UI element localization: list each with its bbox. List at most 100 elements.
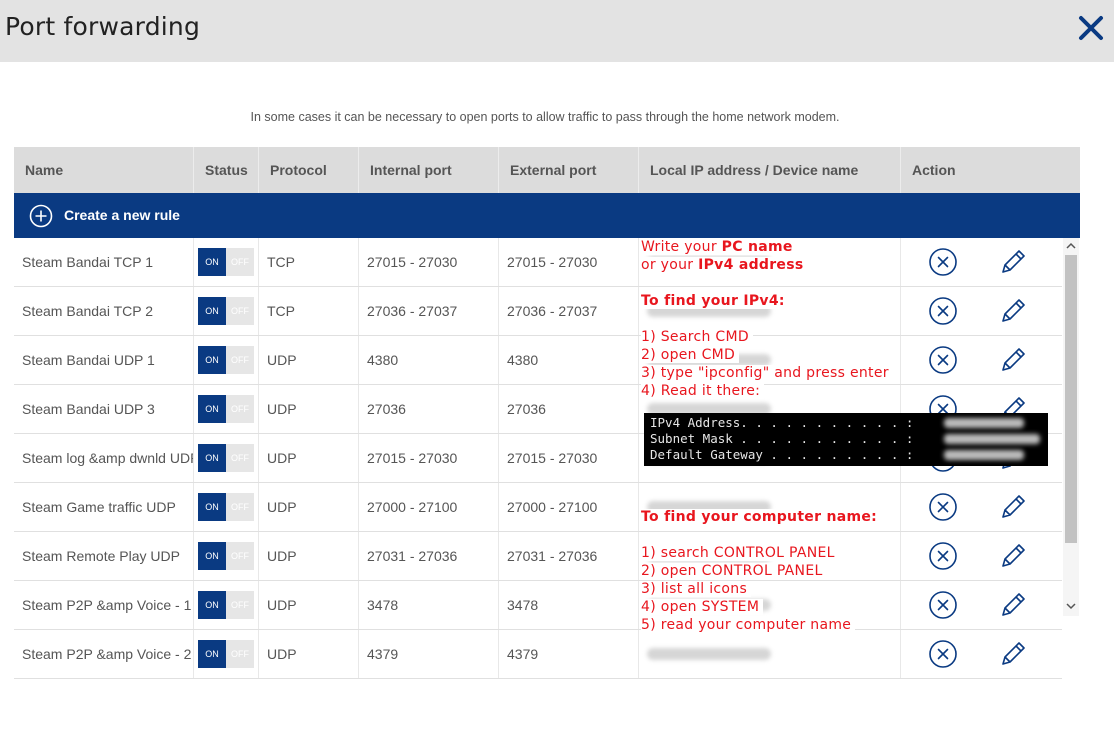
create-rule-label: Create a new rule xyxy=(64,207,180,223)
cmd-redacted-subnet xyxy=(944,434,1040,444)
rule-external-port: 27015 - 27030 xyxy=(499,238,639,286)
toggle-off-label: OFF xyxy=(226,444,254,472)
rule-name: Steam P2P &amp Voice - 2 xyxy=(14,630,194,678)
status-toggle[interactable]: ON OFF xyxy=(198,542,254,570)
annotation-ipv4-step-2-text: 2) open CMD xyxy=(641,347,740,363)
rule-actions xyxy=(901,581,1062,629)
toggle-on-label: ON xyxy=(198,444,226,472)
ipconfig-screenshot: IPv4 Address. . . . . . . . . . . : Subn… xyxy=(644,413,1048,466)
toggle-on-label: ON xyxy=(198,591,226,619)
toggle-off-label: OFF xyxy=(226,395,254,423)
annotation-ipv4-step-3-text: 3) type "ipconfig" and press enter xyxy=(641,365,893,381)
status-cell: ON OFF xyxy=(194,532,259,580)
rule-name: Steam Bandai TCP 2 xyxy=(14,287,194,335)
rule-name: Steam Bandai UDP 3 xyxy=(14,385,194,433)
rule-internal-port: 3478 xyxy=(359,581,499,629)
rule-protocol: UDP xyxy=(259,532,359,580)
rule-name: Steam Remote Play UDP xyxy=(14,532,194,580)
delete-rule-icon[interactable] xyxy=(928,639,958,669)
scroll-down-arrow-icon[interactable] xyxy=(1063,598,1079,614)
rule-actions xyxy=(901,630,1062,678)
toggle-on-label: ON xyxy=(198,493,226,521)
delete-rule-icon[interactable] xyxy=(928,541,958,571)
edit-rule-pencil-icon[interactable] xyxy=(998,296,1028,326)
edit-rule-pencil-icon[interactable] xyxy=(998,541,1028,571)
rule-internal-port: 27015 - 27030 xyxy=(359,434,499,482)
toggle-on-label: ON xyxy=(198,640,226,668)
intro-text: In some cases it can be necessary to ope… xyxy=(250,110,840,124)
scroll-up-arrow-icon[interactable] xyxy=(1063,238,1079,254)
header-external-port: External port xyxy=(499,147,639,193)
cmd-line-ipv4: IPv4 Address. . . . . . . . . . . : xyxy=(650,415,914,430)
cmd-line-subnet: Subnet Mask . . . . . . . . . . . : xyxy=(650,431,914,446)
close-icon[interactable] xyxy=(1077,14,1105,42)
annotation-name-step-1-text: 1) search CONTROL PANEL xyxy=(641,545,839,561)
rule-actions xyxy=(901,483,1062,531)
toggle-off-label: OFF xyxy=(226,542,254,570)
annotation-find-ipv4-text: To find your IPv4: xyxy=(641,293,785,309)
rule-local-ip xyxy=(639,630,901,678)
rule-external-port: 27000 - 27100 xyxy=(499,483,639,531)
annotation-name-step-5: 5) read your computer name xyxy=(641,616,856,634)
header-name: Name xyxy=(14,147,194,193)
edit-rule-pencil-icon[interactable] xyxy=(998,639,1028,669)
toggle-off-label: OFF xyxy=(226,297,254,325)
rule-internal-port: 4380 xyxy=(359,336,499,384)
table-row: Steam Bandai TCP 2 ON OFF TCP 27036 - 27037 2… xyxy=(14,287,1062,336)
status-toggle[interactable]: ON OFF xyxy=(198,297,254,325)
rule-name: Steam Bandai TCP 1 xyxy=(14,238,194,286)
annotation-find-ipv4-title: To find your IPv4: xyxy=(641,292,789,310)
delete-rule-icon[interactable] xyxy=(928,492,958,522)
rule-protocol: UDP xyxy=(259,385,359,433)
annotation-name-step-3-text: 3) list all icons xyxy=(641,581,752,597)
edit-rule-pencil-icon[interactable] xyxy=(998,590,1028,620)
status-toggle[interactable]: ON OFF xyxy=(198,640,254,668)
rule-external-port: 27031 - 27036 xyxy=(499,532,639,580)
status-toggle[interactable]: ON OFF xyxy=(198,248,254,276)
annotation-name-step-4-text: 4) open SYSTEM xyxy=(641,599,764,615)
status-cell: ON OFF xyxy=(194,238,259,286)
edit-rule-pencil-icon[interactable] xyxy=(998,345,1028,375)
create-rule-button[interactable]: Create a new rule xyxy=(14,193,1080,238)
rule-actions xyxy=(901,287,1062,335)
annotation-name-step-2: 2) open CONTROL PANEL xyxy=(641,562,827,580)
delete-rule-icon[interactable] xyxy=(928,345,958,375)
rule-external-port: 3478 xyxy=(499,581,639,629)
status-cell: ON OFF xyxy=(194,483,259,531)
annotation-ipv4-step-3: 3) type "ipconfig" and press enter xyxy=(641,364,893,382)
table-header: Name Status Protocol Internal port Exter… xyxy=(14,147,1080,193)
rule-external-port: 4380 xyxy=(499,336,639,384)
edit-rule-pencil-icon[interactable] xyxy=(998,247,1028,277)
redacted-ip xyxy=(647,648,771,660)
rule-external-port: 4379 xyxy=(499,630,639,678)
delete-rule-icon[interactable] xyxy=(928,247,958,277)
rule-internal-port: 27015 - 27030 xyxy=(359,238,499,286)
table-row: Steam P2P &amp Voice - 2 ON OFF UDP 4379 4379 xyxy=(14,630,1062,679)
status-toggle[interactable]: ON OFF xyxy=(198,493,254,521)
rule-actions xyxy=(901,336,1062,384)
rule-name: Steam log &amp dwnld UDP xyxy=(14,434,194,482)
rule-name: Steam Game traffic UDP xyxy=(14,483,194,531)
status-toggle[interactable]: ON OFF xyxy=(198,346,254,374)
annotation-ipv4-address: IPv4 address xyxy=(698,257,804,273)
toggle-off-label: OFF xyxy=(226,640,254,668)
status-toggle[interactable]: ON OFF xyxy=(198,395,254,423)
delete-rule-icon[interactable] xyxy=(928,296,958,326)
header-status: Status xyxy=(194,147,259,193)
status-cell: ON OFF xyxy=(194,581,259,629)
toggle-off-label: OFF xyxy=(226,493,254,521)
table-row: Steam Game traffic UDP ON OFF UDP 27000 - 27… xyxy=(14,483,1062,532)
rule-internal-port: 4379 xyxy=(359,630,499,678)
toggle-off-label: OFF xyxy=(226,591,254,619)
scrollbar-thumb[interactable] xyxy=(1065,255,1077,543)
status-cell: ON OFF xyxy=(194,434,259,482)
toggle-on-label: ON xyxy=(198,248,226,276)
status-toggle[interactable]: ON OFF xyxy=(198,591,254,619)
annotation-ipv4-step-1: 1) Search CMD xyxy=(641,328,753,346)
delete-rule-icon[interactable] xyxy=(928,590,958,620)
edit-rule-pencil-icon[interactable] xyxy=(998,492,1028,522)
status-toggle[interactable]: ON OFF xyxy=(198,444,254,472)
header-internal-port: Internal port xyxy=(359,147,499,193)
page-title: Port forwarding xyxy=(5,12,201,41)
rule-protocol: UDP xyxy=(259,581,359,629)
